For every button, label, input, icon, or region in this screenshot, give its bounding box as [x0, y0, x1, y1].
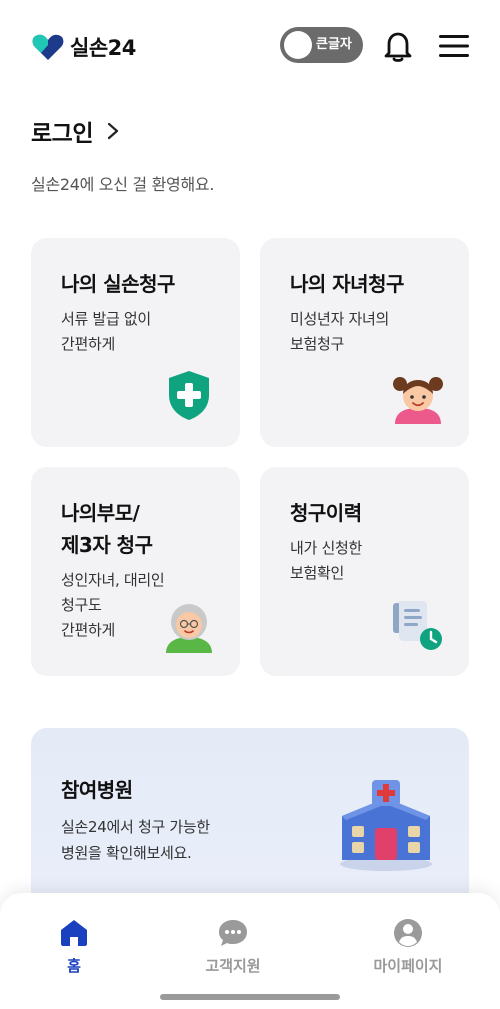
large-text-toggle[interactable]: 큰글자 — [280, 27, 363, 63]
card-parent-claim[interactable]: 나의부모/ 제3자 청구 성인자녀, 대리인 청구도 간편하게 — [31, 467, 240, 676]
heart-logo-icon — [32, 34, 64, 60]
participating-hospitals-banner[interactable]: 참여병원 실손24에서 청구 가능한 병원을 확인해보세요. — [31, 728, 469, 918]
chevron-right-icon — [107, 122, 119, 140]
document-clock-icon — [393, 601, 442, 650]
tab-home[interactable]: 홈 — [14, 917, 134, 976]
tab-label: 고객지원 — [205, 957, 261, 975]
banner-desc-line: 실손24에서 청구 가능한 — [61, 818, 210, 836]
tab-label: 마이페이지 — [373, 957, 443, 975]
bottom-tab-bar: 홈 고객지원 마이페이지 — [0, 893, 500, 1009]
hospital-building-icon — [340, 780, 432, 871]
home-icon — [61, 920, 87, 946]
card-desc: 성인자녀, 대리인 청구도 간편하게 — [61, 568, 165, 643]
chat-bubble-icon — [219, 920, 247, 946]
grandparent-icon — [166, 604, 212, 653]
card-desc-line: 내가 신청한 — [290, 539, 362, 557]
home-indicator — [160, 994, 340, 1000]
card-title: 나의 실손청구 — [61, 272, 175, 296]
child-girl-icon — [393, 377, 443, 424]
card-desc-line: 보험청구 — [290, 335, 345, 353]
banner-desc: 실손24에서 청구 가능한 병원을 확인해보세요. — [61, 814, 210, 866]
card-title: 청구이력 — [290, 501, 362, 525]
shield-plus-icon — [169, 371, 209, 420]
card-desc-line: 미성년자 자녀의 — [290, 310, 389, 328]
card-title: 나의 자녀청구 — [290, 272, 404, 296]
tab-label: 홈 — [67, 957, 81, 975]
welcome-text: 실손24에 오신 걸 환영해요. — [31, 175, 215, 194]
app-logo[interactable]: 실손24 — [32, 32, 136, 62]
toggle-label: 큰글자 — [316, 37, 352, 52]
logo-text: 실손24 — [70, 36, 136, 60]
card-desc-line: 간편하게 — [61, 621, 116, 639]
card-desc: 서류 발급 없이 간편하게 — [61, 307, 151, 357]
card-my-claim[interactable]: 나의 실손청구 서류 발급 없이 간편하게 — [31, 238, 240, 447]
card-desc-line: 간편하게 — [61, 335, 116, 353]
card-desc-line: 성인자녀, 대리인 — [61, 571, 165, 589]
toggle-knob — [284, 31, 312, 59]
bell-icon[interactable] — [381, 29, 415, 63]
user-profile-icon — [394, 919, 422, 947]
hamburger-menu-icon[interactable] — [438, 33, 470, 59]
card-title-line: 나의부모/ — [61, 501, 140, 525]
card-desc: 내가 신청한 보험확인 — [290, 536, 362, 586]
card-desc: 미성년자 자녀의 보험청구 — [290, 307, 389, 357]
tab-my-page[interactable]: 마이페이지 — [348, 917, 468, 976]
card-child-claim[interactable]: 나의 자녀청구 미성년자 자녀의 보험청구 — [260, 238, 469, 447]
card-title: 나의부모/ 제3자 청구 — [61, 497, 153, 561]
card-desc-line: 보험확인 — [290, 564, 345, 582]
login-title: 로그인 — [31, 121, 93, 147]
login-link[interactable]: 로그인 — [31, 114, 121, 148]
card-desc-line: 청구도 — [61, 596, 102, 614]
banner-title: 참여병원 — [61, 778, 133, 802]
app-header: 실손24 큰글자 — [0, 0, 500, 92]
card-desc-line: 서류 발급 없이 — [61, 310, 151, 328]
tab-customer-support[interactable]: 고객지원 — [173, 917, 293, 976]
card-claim-history[interactable]: 청구이력 내가 신청한 보험확인 — [260, 467, 469, 676]
banner-desc-line: 병원을 확인해보세요. — [61, 844, 192, 862]
card-title-line: 제3자 청구 — [61, 533, 153, 557]
